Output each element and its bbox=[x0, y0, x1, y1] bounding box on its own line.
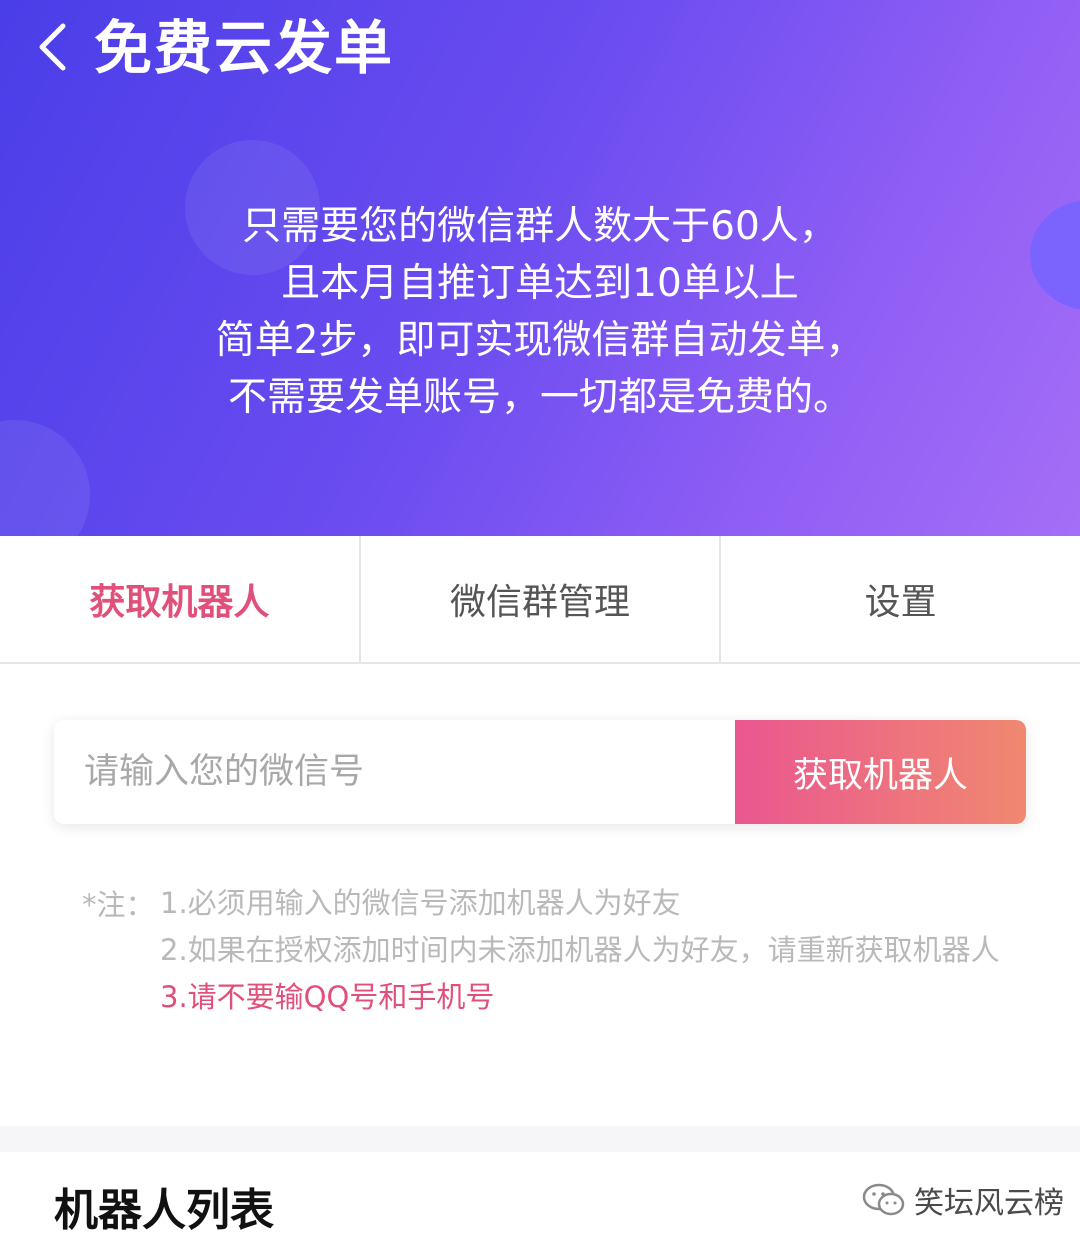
get-robot-button[interactable]: 获取机器人 bbox=[735, 720, 1026, 824]
tab-wechat-group-management[interactable]: 微信群管理 bbox=[361, 536, 722, 662]
robot-list-title: 机器人列表 bbox=[54, 1185, 274, 1236]
section-divider bbox=[0, 1126, 1080, 1152]
page-title: 免费云发单 bbox=[94, 14, 395, 82]
intro-line: 不需要发单账号，一切都是免费的。 bbox=[227, 375, 852, 420]
chevron-left-icon bbox=[39, 23, 66, 71]
intro-text: 只需要您的微信群人数大于60人， 且本月自推订单达到10单以上 简单2步，即可实… bbox=[0, 198, 1080, 426]
wechat-id-input[interactable] bbox=[54, 720, 735, 824]
navigation-bar: 免费云发单 bbox=[0, 0, 1080, 100]
tab-bar: 获取机器人 微信群管理 设置 bbox=[0, 536, 1080, 664]
note-item: 2.如果在授权添加时间内未添加机器人为好友，请重新获取机器人 bbox=[160, 933, 1000, 967]
back-button[interactable] bbox=[22, 14, 82, 80]
notes-prefix: *注： bbox=[82, 888, 155, 922]
note-item-warning: 3.请不要输QQ号和手机号 bbox=[160, 980, 495, 1014]
watermark-text: 笑坛风云榜 bbox=[914, 1186, 1064, 1221]
intro-line: 只需要您的微信群人数大于60人， bbox=[242, 204, 838, 249]
wechat-id-form: 获取机器人 bbox=[54, 720, 1026, 824]
tab-settings[interactable]: 设置 bbox=[721, 536, 1080, 662]
intro-line: 简单2步，即可实现微信群自动发单， bbox=[215, 318, 865, 363]
header-banner: 免费云发单 只需要您的微信群人数大于60人， 且本月自推订单达到10单以上 简单… bbox=[0, 0, 1080, 536]
watermark: 笑坛风云榜 bbox=[862, 1180, 1064, 1221]
notes-list: 1.必须用输入的微信号添加机器人为好友 2.如果在授权添加时间内未添加机器人为好… bbox=[160, 880, 1020, 1021]
wechat-icon bbox=[862, 1183, 905, 1216]
intro-line: 且本月自推订单达到10单以上 bbox=[281, 261, 799, 306]
note-item: 1.必须用输入的微信号添加机器人为好友 bbox=[160, 886, 681, 920]
tab-get-robot[interactable]: 获取机器人 bbox=[0, 536, 361, 662]
decorative-circle bbox=[0, 420, 90, 536]
